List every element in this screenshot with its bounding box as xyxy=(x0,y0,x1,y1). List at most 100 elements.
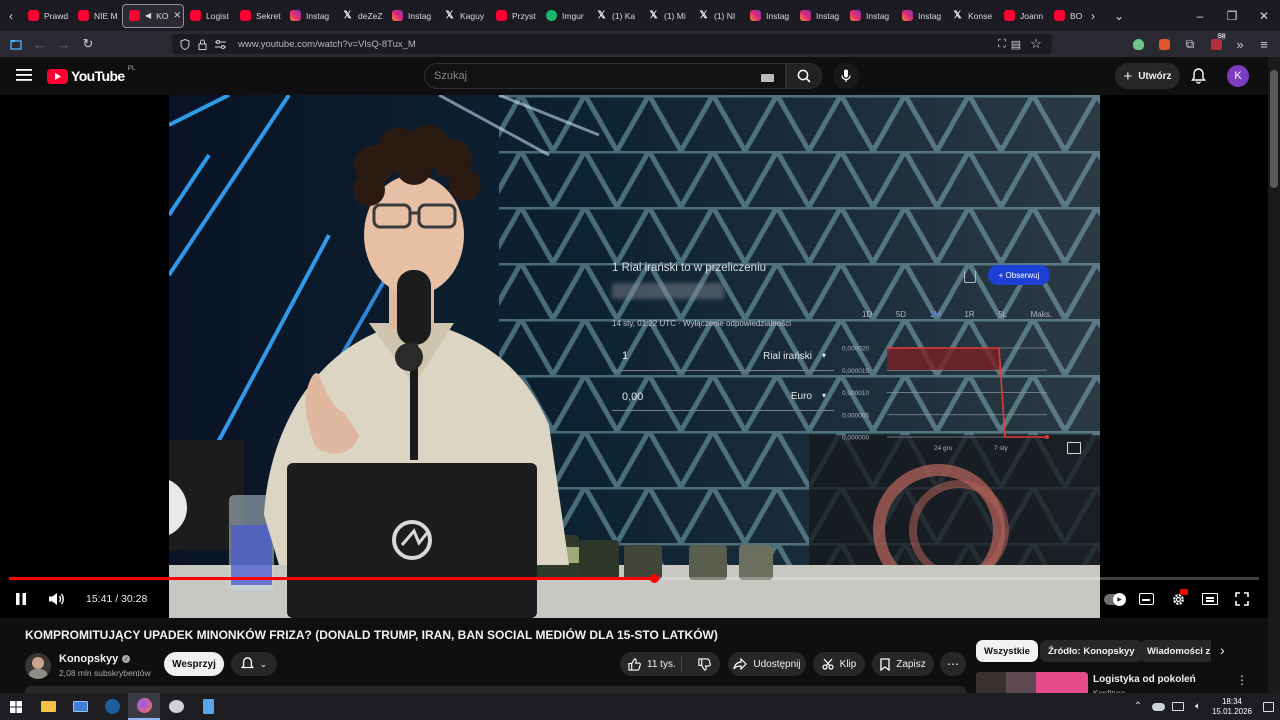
settings-button[interactable] xyxy=(1171,589,1188,607)
close-tab-icon[interactable]: ✕ xyxy=(173,10,181,21)
browser-tab[interactable]: Przyst xyxy=(490,4,540,28)
restore-icon[interactable]: ❐ xyxy=(1216,4,1248,28)
reload-icon[interactable]: ↻ xyxy=(76,33,100,55)
browser-tab[interactable]: Imgur xyxy=(540,4,590,28)
onedrive-icon[interactable] xyxy=(1148,693,1168,720)
browser-tab[interactable]: 𝕏 (1) Ka xyxy=(590,4,642,28)
browser-tab[interactable]: 𝕏 Konse xyxy=(946,4,998,28)
browser-tab[interactable]: BO xyxy=(1048,4,1082,28)
browser-tab[interactable]: Instag xyxy=(794,4,844,28)
forward-icon[interactable]: → xyxy=(52,33,76,55)
guide-menu-icon[interactable] xyxy=(16,68,32,82)
speaker-icon[interactable]: 🔈︎ xyxy=(1188,693,1208,720)
subtitles-button[interactable] xyxy=(1139,593,1154,605)
description-box-edge[interactable] xyxy=(25,686,966,693)
support-button[interactable]: Wesprzyj xyxy=(164,652,224,676)
monitor-app-icon[interactable] xyxy=(64,693,96,720)
chips-next-icon[interactable]: › xyxy=(1220,642,1225,658)
address-bar[interactable]: www.youtube.com/watch?v=VlsQ-8Tux_M xyxy=(172,34,1052,54)
network-icon[interactable] xyxy=(1168,693,1188,720)
browser-tab[interactable]: Joann xyxy=(998,4,1048,28)
video-frame[interactable]: 1 Rial irański to w przeliczeniu 14 sty,… xyxy=(169,95,1100,618)
subscription-bell-button[interactable]: ⌄ xyxy=(231,652,277,676)
browser-tab[interactable]: NIE M xyxy=(72,4,122,28)
file-explorer-icon[interactable] xyxy=(32,693,64,720)
browser-tab[interactable]: 𝕏 (1) NI xyxy=(692,4,744,28)
volume-button[interactable] xyxy=(48,592,66,606)
ublock-icon[interactable] xyxy=(1126,33,1150,55)
next-video-thumbnail[interactable] xyxy=(976,672,1088,693)
progress-scrubber[interactable] xyxy=(649,574,659,583)
save-label: Zapisz xyxy=(896,658,926,670)
browser-tab[interactable]: Instag xyxy=(844,4,896,28)
browser-tab[interactable]: Instag xyxy=(386,4,438,28)
create-button[interactable]: + Utwórz xyxy=(1115,63,1180,89)
browser-tab[interactable]: 𝕏 Kaguy xyxy=(438,4,490,28)
extension-badge-icon[interactable]: 58 xyxy=(1204,33,1228,55)
browser-tab[interactable]: Instag xyxy=(284,4,336,28)
tab-scroll-right-icon[interactable]: › xyxy=(1082,4,1104,28)
tray-overflow-icon[interactable]: ⌃ xyxy=(1128,693,1148,720)
avatar[interactable]: K xyxy=(1227,65,1249,87)
browser-tab[interactable]: Instag xyxy=(744,4,794,28)
search-input[interactable]: Szukaj xyxy=(434,70,467,82)
search-box[interactable]: Szukaj xyxy=(424,63,786,89)
tab-audio-playing-icon[interactable]: ◀︎ xyxy=(145,11,151,20)
progress-bar[interactable] xyxy=(9,574,1259,583)
bookmark-star-icon[interactable]: ☆ xyxy=(1024,33,1048,55)
browser-tab[interactable]: ◀︎ KO ✕ xyxy=(122,3,184,28)
tab-overview-icon[interactable] xyxy=(4,33,28,55)
clip-button[interactable]: Klip xyxy=(813,652,865,676)
browser-tab[interactable]: Prawd xyxy=(22,4,72,28)
browser-tab[interactable]: Logist xyxy=(184,4,234,28)
save-button[interactable]: Zapisz xyxy=(872,652,934,676)
browser-tab[interactable]: 𝕏deZeZ xyxy=(336,4,386,28)
more-tools-icon[interactable]: » xyxy=(1228,33,1252,55)
start-icon[interactable] xyxy=(0,693,32,720)
calculator-icon[interactable] xyxy=(192,693,224,720)
channel-avatar[interactable] xyxy=(25,653,51,679)
notifications-icon[interactable] xyxy=(1256,693,1280,720)
tab-scroll-left-icon[interactable]: ‹ xyxy=(0,4,22,28)
share-button[interactable]: Udostępnij xyxy=(728,652,806,676)
shield-icon[interactable] xyxy=(180,38,190,50)
list-all-tabs-icon[interactable]: ⌄ xyxy=(1108,4,1130,28)
firefox-icon[interactable] xyxy=(128,693,160,720)
extensions-icon[interactable]: ⧉ xyxy=(1178,33,1202,55)
app-menu-icon[interactable]: ≡ xyxy=(1252,33,1276,55)
back-icon[interactable]: ← xyxy=(28,33,52,55)
time-display: 15:41 / 30:28 xyxy=(86,593,147,605)
fullscreen-button[interactable] xyxy=(1235,592,1249,606)
browser-tab[interactable]: Sekret xyxy=(234,4,284,28)
close-window-icon[interactable]: ✕ xyxy=(1248,4,1280,28)
url-text[interactable]: www.youtube.com/watch?v=VlsQ-8Tux_M xyxy=(238,39,416,50)
keyboard-icon[interactable] xyxy=(761,74,774,82)
autoplay-toggle[interactable]: ▶ xyxy=(1104,593,1126,606)
like-button[interactable]: 11 tys. xyxy=(620,656,683,672)
search-button[interactable] xyxy=(786,63,822,89)
chip-news[interactable]: Wiadomości z xyxy=(1139,640,1211,662)
notifications-bell-icon[interactable] xyxy=(1191,68,1206,89)
chat-app-icon[interactable] xyxy=(160,693,192,720)
more-actions-button[interactable]: ⋯ xyxy=(940,652,966,676)
extension-fox-icon[interactable] xyxy=(1152,33,1176,55)
browser-tab[interactable]: Instag xyxy=(896,4,946,28)
permissions-icon[interactable] xyxy=(215,39,226,49)
miniplayer-button[interactable] xyxy=(1202,593,1218,605)
youtube-logo[interactable]: YouTube PL xyxy=(47,65,136,85)
channel-name-row[interactable]: Konopskyy ✓ xyxy=(59,653,131,665)
scrollbar-thumb[interactable] xyxy=(1270,70,1278,188)
dislike-button[interactable] xyxy=(688,657,720,671)
clock[interactable]: 18:34 15.01.2026 xyxy=(1208,697,1256,715)
chip-all[interactable]: Wszystkie xyxy=(976,640,1038,662)
next-video-title[interactable]: Logistyka od pokoleń xyxy=(1093,674,1196,685)
browser-tab[interactable]: 𝕏 (1) Mi xyxy=(642,4,692,28)
next-video-menu-icon[interactable]: ⋮ xyxy=(1236,673,1248,687)
pause-button[interactable] xyxy=(14,592,28,606)
voice-search-button[interactable] xyxy=(833,63,859,89)
chip-source[interactable]: Źródło: Konopskyy xyxy=(1040,640,1143,662)
minimize-icon[interactable]: – xyxy=(1184,4,1216,28)
lock-icon[interactable] xyxy=(198,39,207,50)
channel-name[interactable]: Konopskyy xyxy=(59,653,118,665)
steam-icon[interactable] xyxy=(96,693,128,720)
